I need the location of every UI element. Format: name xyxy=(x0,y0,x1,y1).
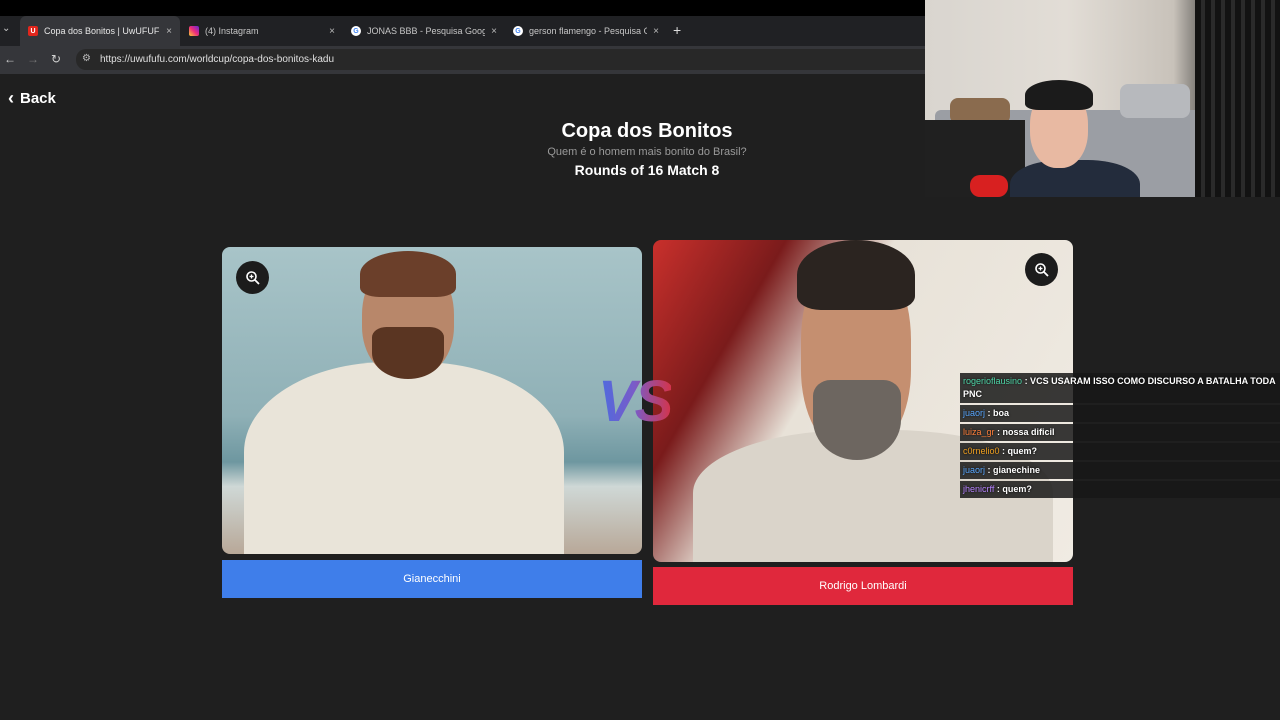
chevron-left-icon: ‹ xyxy=(8,88,14,108)
chat-message: luiza_gr : nossa dificil xyxy=(960,424,1280,441)
close-tab-icon[interactable]: × xyxy=(166,26,172,37)
webcam-streamer-body xyxy=(1010,160,1140,197)
choose-right-button[interactable]: Rodrigo Lombardi xyxy=(653,567,1073,605)
chat-message: rogerioflausino : VCS USARAM ISSO COMO D… xyxy=(960,373,1280,403)
tab-instagram[interactable]: (4) Instagram × xyxy=(181,16,343,46)
url-text[interactable]: https://uwufufu.com/worldcup/copa-dos-bo… xyxy=(100,54,334,65)
chat-text: : quem? xyxy=(996,484,1032,494)
right-photo-hair xyxy=(797,240,915,310)
webcam-overlay xyxy=(925,0,1280,197)
left-photo-shirt xyxy=(244,362,564,554)
tab-title: Copa dos Bonitos | UwUFUFU xyxy=(44,26,161,36)
new-tab-button[interactable]: + xyxy=(673,22,681,38)
close-tab-icon[interactable]: × xyxy=(491,26,497,37)
webcam-curtain xyxy=(1195,0,1280,197)
tab-search-chevron-icon[interactable]: ⌄ xyxy=(2,23,16,39)
chat-text: : quem? xyxy=(1002,446,1038,456)
google-favicon-icon: G xyxy=(513,26,523,36)
instagram-favicon-icon xyxy=(189,26,199,36)
chat-username: juaorj xyxy=(963,408,986,418)
chat-message: jhenicrff : quem? xyxy=(960,481,1280,498)
back-button[interactable]: ‹ Back xyxy=(8,88,56,109)
chat-username: jhenicrff xyxy=(963,484,995,494)
choose-left-button[interactable]: Gianecchini xyxy=(222,560,642,598)
left-photo-hair xyxy=(360,251,456,297)
page-subtitle: Quem é o homem mais bonito do Brasil? xyxy=(547,146,747,158)
round-indicator: Rounds of 16 Match 8 xyxy=(574,162,720,178)
reload-icon[interactable]: ↻ xyxy=(51,52,61,66)
webcam-streamer-hair xyxy=(1025,80,1093,110)
tab-jonas-bbb[interactable]: G JONAS BBB - Pesquisa Google × xyxy=(343,16,505,46)
chat-text: : boa xyxy=(987,408,1010,418)
tab-title: (4) Instagram xyxy=(205,26,259,36)
left-candidate-image[interactable] xyxy=(222,247,642,554)
back-arrow-icon[interactable]: ← xyxy=(4,52,16,66)
zoom-in-icon[interactable] xyxy=(1025,253,1058,286)
webcam-pillow xyxy=(1120,84,1190,118)
right-photo-beard xyxy=(813,380,901,460)
tab-title: JONAS BBB - Pesquisa Google xyxy=(367,26,486,36)
tab-title: gerson flamengo - Pesquisa Go xyxy=(529,26,648,36)
chat-text: : nossa dificil xyxy=(997,427,1055,437)
chat-username: c0rnelio0 xyxy=(963,446,1000,456)
chat-username: rogerioflausino xyxy=(963,376,1023,386)
close-tab-icon[interactable]: × xyxy=(329,26,335,37)
chat-overlay: rogerioflausino : VCS USARAM ISSO COMO D… xyxy=(960,373,1280,500)
chat-message: juaorj : gianechine xyxy=(960,462,1280,479)
tab-uwufufu[interactable]: U Copa dos Bonitos | UwUFUFU × xyxy=(20,16,180,46)
chat-username: luiza_gr xyxy=(963,427,995,437)
google-favicon-icon: G xyxy=(351,26,361,36)
chat-username: juaorj xyxy=(963,465,986,475)
vs-label: VS xyxy=(598,369,673,434)
chat-message: c0rnelio0 : quem? xyxy=(960,443,1280,460)
back-label: Back xyxy=(20,90,56,107)
page-title: Copa dos Bonitos xyxy=(561,120,733,142)
forward-arrow-icon[interactable]: → xyxy=(27,52,39,66)
left-photo-beard xyxy=(372,327,444,379)
tab-gerson-flamengo[interactable]: G gerson flamengo - Pesquisa Go × xyxy=(505,16,667,46)
site-settings-icon[interactable]: ⚙ xyxy=(82,53,91,64)
chat-message: juaorj : boa xyxy=(960,405,1280,422)
uwufufu-favicon-icon: U xyxy=(28,26,38,36)
zoom-in-icon[interactable] xyxy=(236,261,269,294)
close-tab-icon[interactable]: × xyxy=(653,26,659,37)
chat-text: : gianechine xyxy=(987,465,1041,475)
webcam-microphone xyxy=(970,175,1008,197)
